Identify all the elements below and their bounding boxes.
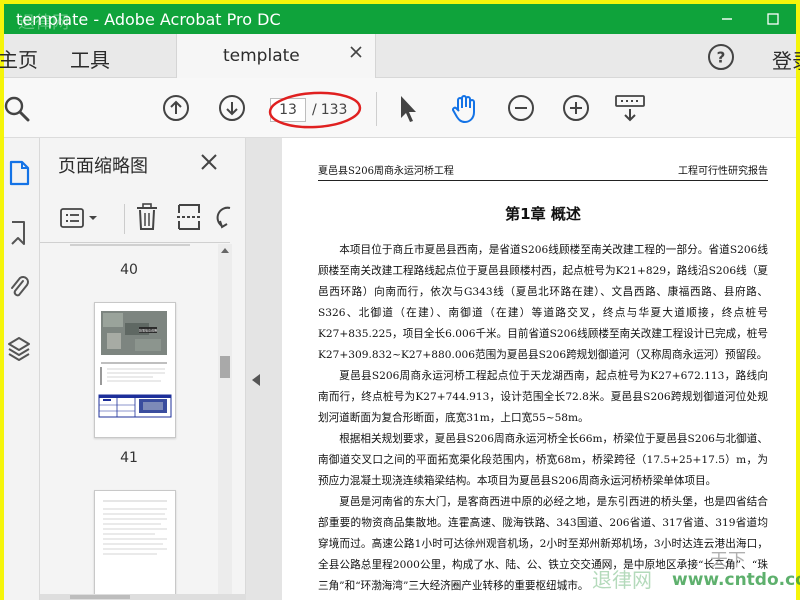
thumbnails-scrollbar[interactable] [218,244,232,600]
thumbnail-content: 段落信息说明 [98,311,172,418]
rotate-page-icon[interactable] [214,204,232,232]
scrollbar-thumb[interactable] [220,356,230,378]
title-bar: template - Adobe Acrobat Pro DC [4,4,796,34]
page-thumbnails-panel: 页面缩略图 40 段落信息说明 41 [40,138,246,600]
layers-icon [8,337,30,361]
page-thumbnails-icon [9,160,30,186]
panel-toolbar [40,196,246,242]
hand-tool-icon[interactable] [450,94,480,124]
page-header: 夏邑县S206周商永运河桥工程 工程可行性研究报告 [318,162,768,181]
paragraph: 本项目位于商丘市夏邑县西南，是省道S206线顾楼至南关改建工程的一部分。省道S2… [318,244,768,361]
panel-toolbar-divider [124,204,125,234]
collapse-panel-icon[interactable] [252,374,260,386]
red-annotation-ellipse [268,91,362,129]
tab-tools[interactable]: 工具 [70,44,110,73]
window-title: template - Adobe Acrobat Pro DC [16,9,281,29]
help-icon[interactable]: ? [707,43,735,71]
toolbar-divider [376,92,377,126]
scroll-up-arrow-icon[interactable] [221,248,229,253]
panel-separator [40,242,230,243]
minimize-icon [722,18,732,20]
window-controls [704,4,796,34]
attachments-button[interactable] [4,270,34,304]
close-panel-icon[interactable] [200,153,218,171]
header-right: 工程可行性研究报告 [678,166,768,177]
thumbnail-image-label: 段落信息说明 [139,328,157,333]
page-thumbnails-button[interactable] [4,156,34,190]
bookmarks-button[interactable] [4,216,34,250]
panel-collapse-strip[interactable] [246,138,266,600]
select-pointer-icon[interactable] [396,94,420,124]
tab-document[interactable]: template [176,34,376,78]
paragraph: 夏邑是河南省的东大门，是客商西进中原的必经之地，是东引西进的桥头堡，也是四省结合… [318,496,768,592]
maximize-icon [767,13,779,25]
svg-text:?: ? [717,49,726,67]
tab-document-label: template [223,46,300,66]
header-left: 夏邑县S206周商永运河桥工程 [318,166,454,177]
close-tab-icon[interactable] [349,45,363,59]
zoom-in-icon[interactable] [562,94,590,122]
page-down-icon[interactable] [218,94,246,122]
document-viewport[interactable]: 夏邑县S206周商永运河桥工程 工程可行性研究报告 第1章 概述 本项目位于商丘… [266,138,796,600]
chapter-title: 第1章 概述 [505,205,581,223]
thumbnail-page-41[interactable]: 段落信息说明 [94,302,176,438]
thumbnail-page-number: 41 [120,450,138,466]
thumbnails-list: 40 段落信息说明 41 [40,244,218,600]
page-up-icon[interactable] [162,94,190,122]
maximize-button[interactable] [750,4,796,34]
panel-title: 页面缩略图 [58,156,148,177]
paragraph: 夏邑县S206周商永运河桥工程起点位于天龙湖西南，起点桩号为K27+672.11… [318,370,768,424]
thumbnail-content [103,500,167,555]
paragraph: 根据相关规划要求，夏邑县S206周商永运河桥全长66m，桥梁位于夏邑县S206与… [318,433,768,487]
keyboard-scroll-icon[interactable] [614,94,646,124]
thumbnail-page-42[interactable] [94,490,176,600]
sign-in-link[interactable]: 登录 [772,45,800,74]
delete-page-icon[interactable] [134,202,160,232]
tab-home[interactable]: 主页 [0,44,38,73]
toolbar: 13 / 133 [4,78,796,138]
zoom-out-icon[interactable] [507,94,535,122]
minimize-button[interactable] [704,4,750,34]
layers-button[interactable] [4,332,34,366]
attachment-icon [11,276,29,297]
extract-pages-icon[interactable] [176,202,202,232]
document-page: 夏邑县S206周商永运河桥工程 工程可行性研究报告 第1章 概述 本项目位于商丘… [282,138,796,600]
previous-thumbnail-edge [70,244,190,246]
tab-bar: 主页 工具 template ? 登录 [0,34,800,78]
thumbnail-page-number: 40 [120,262,138,278]
left-navigation-rail [4,138,40,600]
horizontal-scrollbar-thumb[interactable] [70,595,130,599]
search-icon[interactable] [4,94,32,122]
bookmark-icon [11,221,25,245]
thumbnail-options-icon[interactable] [58,206,102,230]
panel-horizontal-scrollbar[interactable] [40,594,246,600]
